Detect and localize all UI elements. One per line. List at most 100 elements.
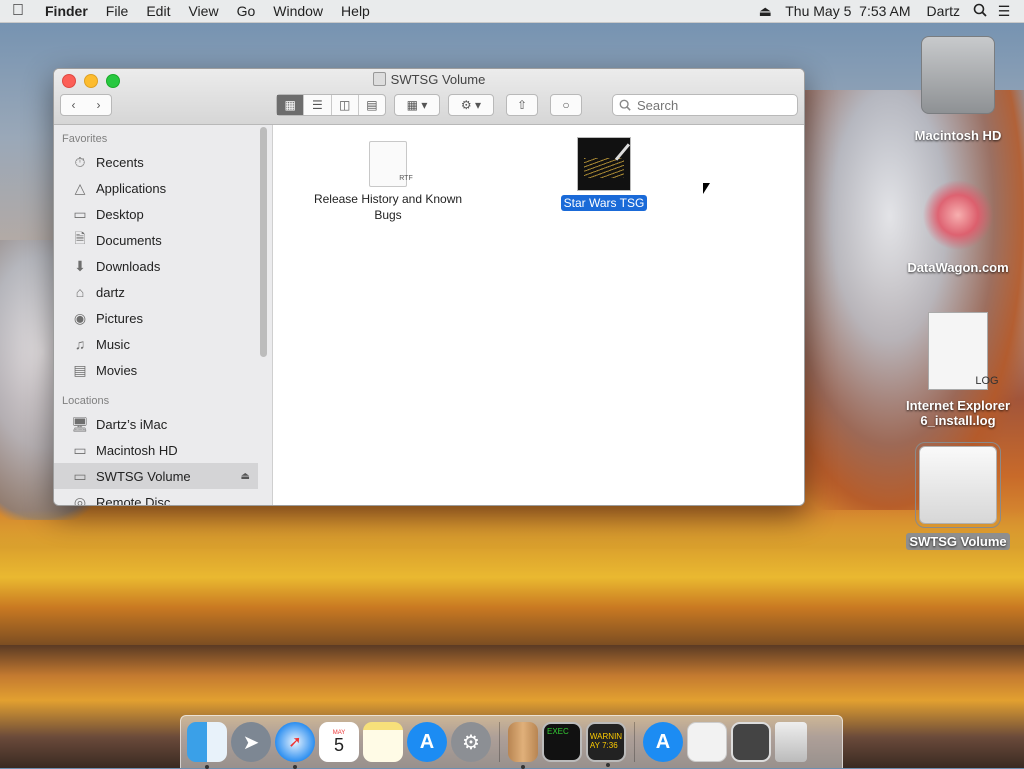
desktop-icon-macintosh-hd[interactable]: Macintosh HD bbox=[898, 36, 1018, 143]
sidebar-item-label: SWTSG Volume bbox=[96, 468, 191, 484]
icon-view-icon[interactable]: ▦ bbox=[277, 95, 305, 115]
dock-radio-app-icon[interactable] bbox=[731, 722, 771, 762]
dock-notes-icon[interactable] bbox=[363, 722, 403, 762]
menu-help[interactable]: Help bbox=[332, 3, 379, 19]
desktop-icon-label: Macintosh HD bbox=[914, 128, 1002, 143]
mouse-cursor-icon bbox=[703, 183, 710, 194]
menu-view[interactable]: View bbox=[179, 3, 227, 19]
forward-icon[interactable]: › bbox=[97, 98, 101, 112]
desktop-icon-swtsg-volume[interactable]: SWTSG Volume bbox=[898, 442, 1018, 550]
sidebar-item-movies[interactable]: ▤ Movies bbox=[54, 357, 272, 383]
chevron-down-icon: ▾ bbox=[475, 98, 482, 112]
sidebar-item-label: Macintosh HD bbox=[96, 442, 178, 458]
eject-icon[interactable]: ⏏ bbox=[241, 471, 250, 482]
file-item-selected[interactable]: Star Wars TSG bbox=[519, 137, 689, 211]
disc-icon: ◎ bbox=[73, 493, 87, 506]
list-view-icon[interactable]: ☰ bbox=[304, 95, 332, 115]
dock-system-preferences-icon[interactable]: ⚙ bbox=[451, 722, 491, 762]
dock-console-icon[interactable]: WARNIN AY 7:36 bbox=[586, 722, 626, 767]
window-title: SWTSG Volume bbox=[54, 72, 804, 87]
tag-button[interactable]: ○ bbox=[550, 94, 582, 116]
sidebar-item-applications[interactable]: △ Applications bbox=[54, 175, 272, 201]
eject-icon[interactable]: ⏏ bbox=[753, 3, 777, 20]
sidebar-item-swtsg-volume[interactable]: ▭ SWTSG Volume ⏏ bbox=[54, 463, 258, 489]
action-button[interactable]: ⚙ ▾ bbox=[448, 94, 494, 116]
rtf-document-icon: RTF bbox=[369, 141, 413, 187]
desktop-icon: ▭ bbox=[73, 205, 87, 222]
search-icon bbox=[619, 99, 631, 111]
dock-script-editor-icon[interactable] bbox=[508, 722, 538, 769]
desktop-icon-datawagon[interactable]: DataWagon.com bbox=[898, 180, 1018, 275]
search-field[interactable] bbox=[612, 94, 798, 116]
file-item[interactable]: RTF Release History and Known Bugs bbox=[303, 141, 473, 223]
sidebar-item-music[interactable]: ♫ Music bbox=[54, 331, 272, 357]
menu-window[interactable]: Window bbox=[264, 3, 332, 19]
view-mode-switcher: ▦ ☰ ◫ ▤ bbox=[276, 94, 386, 116]
dock-finder-icon[interactable] bbox=[187, 722, 227, 769]
sidebar: Favorites ⏱ Recents △ Applications ▭ Deskto… bbox=[54, 125, 273, 505]
document-icon: 🗎 bbox=[74, 230, 86, 246]
menu-go[interactable]: Go bbox=[228, 3, 265, 19]
sidebar-item-imac[interactable]: 🖥 Dartz’s iMac bbox=[54, 411, 272, 437]
nav-buttons: ‹ › bbox=[60, 94, 112, 116]
notification-center-icon[interactable]: ☰ bbox=[992, 3, 1016, 20]
menu-user[interactable]: Dartz bbox=[919, 3, 968, 19]
finder-window: SWTSG Volume ‹ › ▦ ☰ ◫ ▤ ▦ ▾ ⚙ ▾ ⇧ ○ Fav bbox=[53, 68, 805, 506]
desktop-icon-ie6-log[interactable]: LOG Internet Explorer 6_install.log bbox=[898, 312, 1018, 428]
sidebar-item-macintosh-hd[interactable]: ▭ Macintosh HD bbox=[54, 437, 272, 463]
dock-separator bbox=[499, 722, 500, 762]
menu-clock[interactable]: Thu May 5 7:53 AM bbox=[777, 3, 918, 19]
clock-icon: ⏱ bbox=[74, 153, 86, 170]
back-icon[interactable]: ‹ bbox=[72, 98, 76, 112]
calendar-day: 5 bbox=[333, 735, 344, 755]
menu-bar:  Finder File Edit View Go Window Help ⏏… bbox=[0, 0, 1024, 23]
gear-icon: ⚙ bbox=[460, 98, 472, 112]
sidebar-item-label: Pictures bbox=[96, 310, 143, 326]
share-button[interactable]: ⇧ bbox=[506, 94, 538, 116]
file-name: Release History and Known Bugs bbox=[313, 192, 463, 222]
hard-drive-icon bbox=[921, 36, 995, 114]
grid-icon: ▦ bbox=[406, 98, 418, 112]
sidebar-item-home[interactable]: ⌂ dartz bbox=[54, 279, 272, 305]
column-view-icon[interactable]: ◫ bbox=[332, 95, 359, 115]
dock-app-store-downloads-icon[interactable]: A bbox=[643, 722, 683, 762]
removable-volume-icon bbox=[915, 442, 1001, 528]
volume-icon bbox=[372, 72, 386, 86]
spotlight-search-icon[interactable] bbox=[968, 3, 992, 20]
chevron-down-icon: ▾ bbox=[421, 98, 428, 112]
menu-app-name[interactable]: Finder bbox=[36, 3, 97, 19]
sidebar-item-desktop[interactable]: ▭ Desktop bbox=[54, 201, 272, 227]
sidebar-scrollbar[interactable] bbox=[260, 127, 267, 357]
file-name: Star Wars TSG bbox=[560, 195, 648, 211]
file-browser-content: RTF Release History and Known Bugs Star … bbox=[273, 125, 804, 505]
dock-calendar-icon[interactable]: MAY 5 bbox=[319, 722, 359, 762]
dock-trash-icon[interactable] bbox=[775, 722, 807, 762]
dock-app-store-icon[interactable]: A bbox=[407, 722, 447, 762]
sidebar-item-downloads[interactable]: ⬇ Downloads bbox=[54, 253, 272, 279]
dock-disk-image-icon[interactable] bbox=[687, 722, 727, 762]
sidebar-item-remote-disc[interactable]: ◎ Remote Disc bbox=[54, 489, 272, 506]
sidebar-header-favorites: Favorites bbox=[62, 133, 108, 145]
gallery-view-icon[interactable]: ▤ bbox=[359, 95, 385, 115]
sidebar-item-label: Movies bbox=[96, 362, 138, 378]
dock-safari-icon[interactable]: ➚ bbox=[275, 722, 315, 769]
sidebar-item-pictures[interactable]: ◉ Pictures bbox=[54, 305, 272, 331]
apple-icon[interactable]:  bbox=[0, 2, 36, 20]
dock-launchpad-icon[interactable]: ➤ bbox=[231, 722, 271, 762]
sidebar-item-documents[interactable]: 🗎 Documents bbox=[54, 227, 272, 253]
desktop-icon-label: SWTSG Volume bbox=[906, 533, 1010, 550]
arrange-button[interactable]: ▦ ▾ bbox=[394, 94, 440, 116]
menu-file[interactable]: File bbox=[97, 3, 138, 19]
star-wars-app-icon bbox=[577, 137, 631, 191]
menu-edit[interactable]: Edit bbox=[137, 3, 179, 19]
dock-terminal-icon[interactable]: EXEC bbox=[542, 722, 582, 762]
search-input[interactable] bbox=[635, 96, 789, 114]
tag-icon: ○ bbox=[562, 98, 570, 112]
title-bar: SWTSG Volume ‹ › ▦ ☰ ◫ ▤ ▦ ▾ ⚙ ▾ ⇧ ○ bbox=[54, 69, 804, 125]
dock: ➤ ➚ MAY 5 A ⚙ EXEC WARNIN AY 7:36 A bbox=[180, 715, 843, 769]
sidebar-item-recents[interactable]: ⏱ Recents bbox=[54, 149, 272, 175]
sidebar-item-label: Remote Disc bbox=[96, 494, 171, 506]
sidebar-item-label: Documents bbox=[96, 232, 162, 248]
computer-icon: 🖥 bbox=[71, 415, 89, 432]
camera-icon: ◉ bbox=[73, 309, 87, 326]
